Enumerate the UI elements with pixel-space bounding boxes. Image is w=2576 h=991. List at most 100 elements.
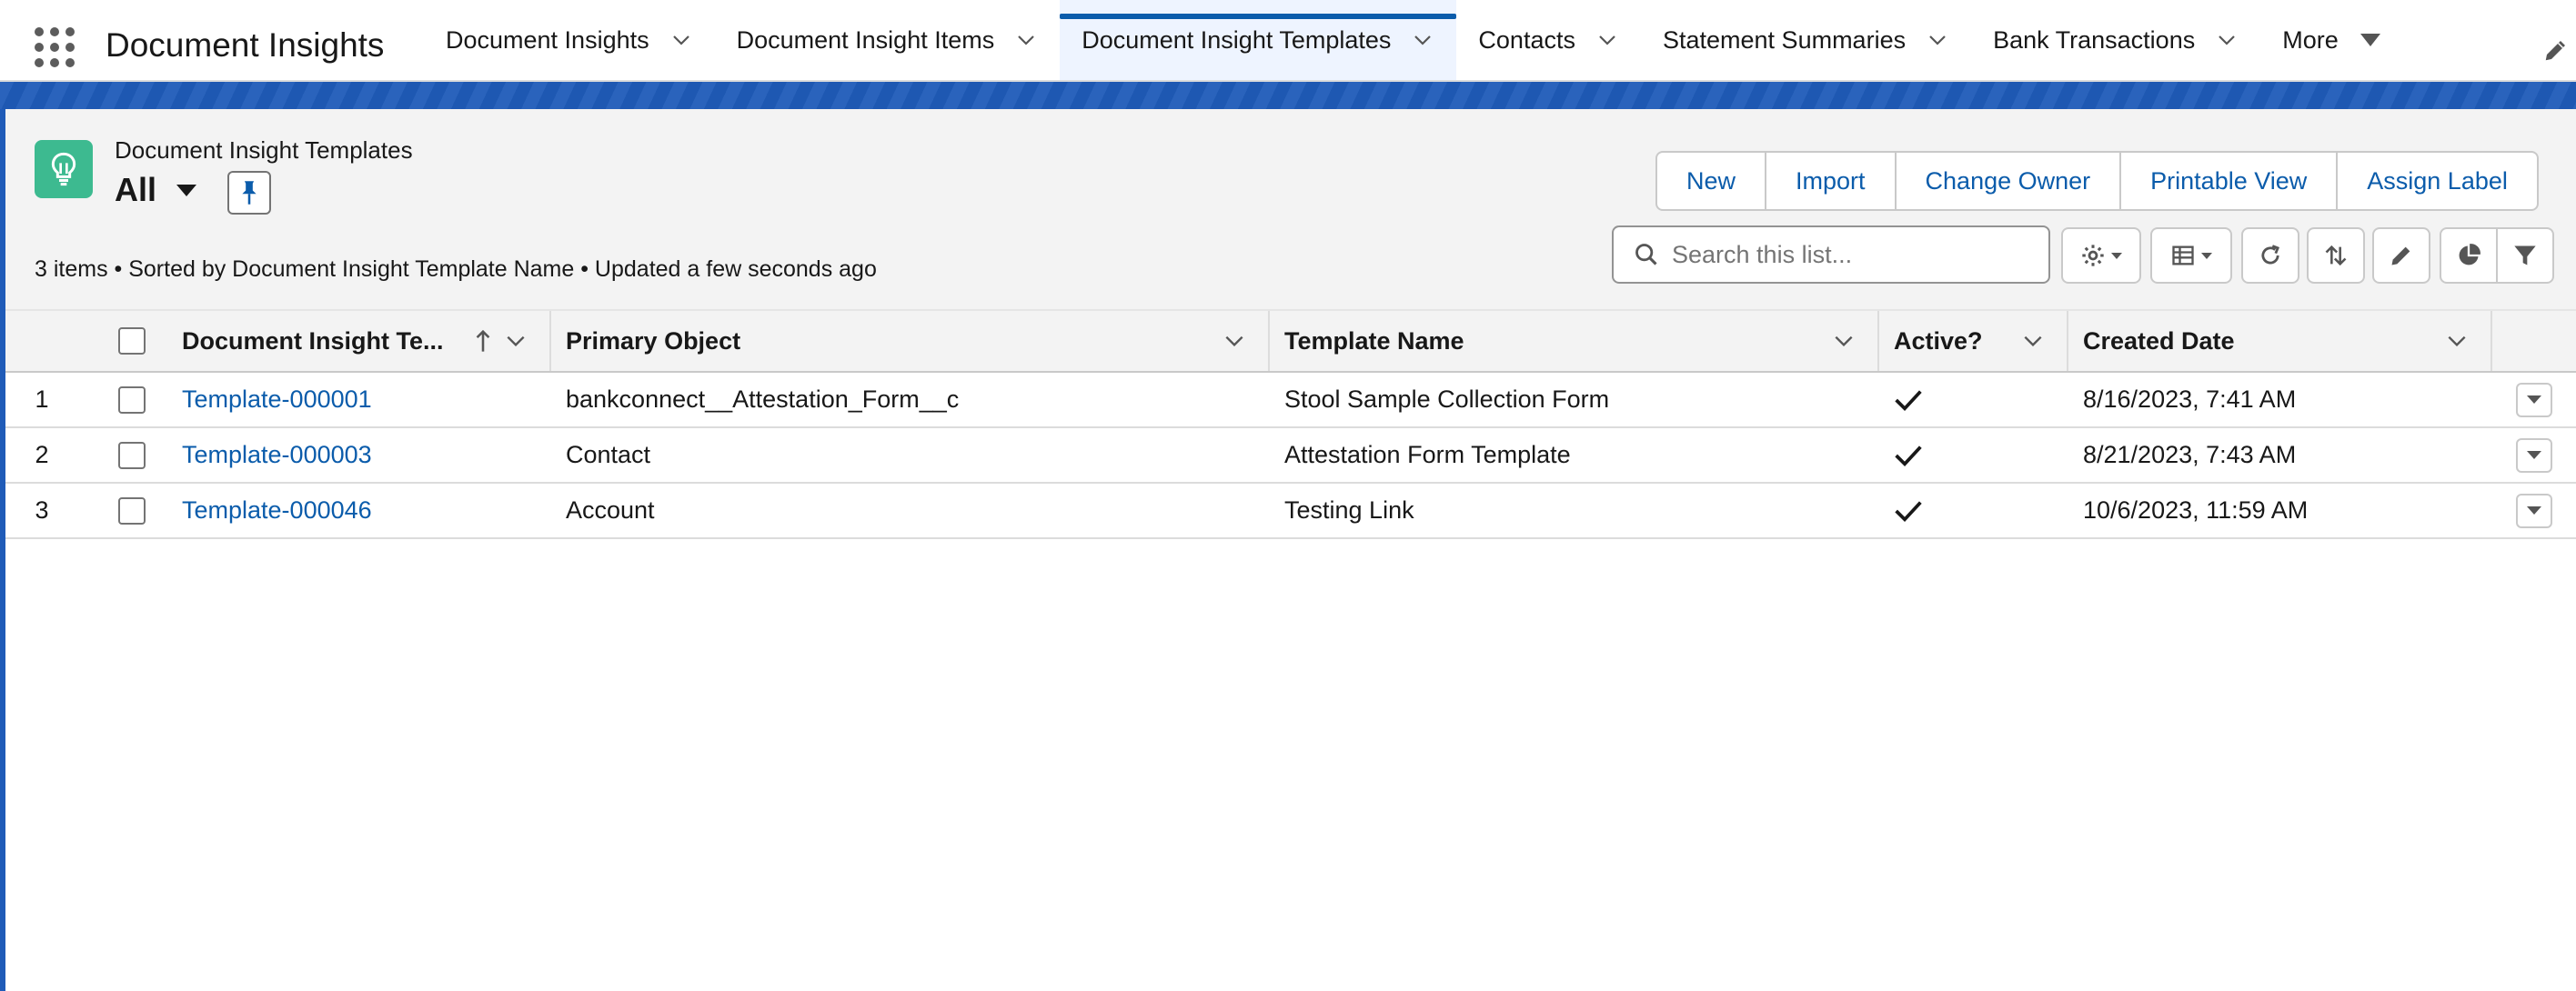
lightbulb-icon xyxy=(35,140,93,198)
nav-tab-label: Document Insight Items xyxy=(736,25,995,54)
chevron-down-icon[interactable] xyxy=(2021,329,2045,353)
chevron-down-icon[interactable] xyxy=(1926,28,1949,52)
edit-nav-pencil-icon[interactable] xyxy=(2542,36,2570,64)
record-name-link[interactable]: Template-000003 xyxy=(169,428,551,482)
row-actions-header xyxy=(2492,311,2576,371)
assign-label-button[interactable]: Assign Label xyxy=(2336,151,2539,211)
inline-edit-button[interactable] xyxy=(2372,227,2430,284)
object-title: Document Insight Templates xyxy=(115,136,413,164)
search-input[interactable] xyxy=(1672,240,2036,269)
column-header-active[interactable]: Active? xyxy=(1879,311,2068,371)
check-icon xyxy=(1895,500,1922,522)
nav-more-label: More xyxy=(2282,25,2339,54)
sort-button[interactable] xyxy=(2307,227,2365,284)
caret-down-icon xyxy=(2360,34,2380,46)
created-date-cell: 10/6/2023, 11:59 AM xyxy=(2083,496,2309,524)
global-navigation: Document Insights Document Insights Docu… xyxy=(0,0,2576,82)
caret-down-icon xyxy=(176,184,197,196)
caret-down-icon xyxy=(2527,451,2541,459)
sort-icon xyxy=(2325,245,2347,266)
row-number: 2 xyxy=(35,441,49,468)
printable-view-button[interactable]: Printable View xyxy=(2119,151,2339,211)
column-header-label: Primary Object xyxy=(566,326,741,355)
select-all-checkbox[interactable] xyxy=(118,327,146,355)
nav-tab-document-insights[interactable]: Document Insights xyxy=(424,0,715,80)
chevron-down-icon[interactable] xyxy=(2215,28,2239,52)
row-number: 1 xyxy=(35,385,49,413)
new-button[interactable]: New xyxy=(1655,151,1767,211)
filter-icon xyxy=(2514,245,2536,265)
chevron-down-icon[interactable] xyxy=(1223,329,1246,353)
table-row: 3 Template-000046 Account Testing Link 1… xyxy=(5,484,2576,539)
brand-band xyxy=(0,82,2576,109)
column-header-primary-object[interactable]: Primary Object xyxy=(551,311,1270,371)
chevron-down-icon[interactable] xyxy=(669,28,693,52)
table-row: 1 Template-000001 bankconnect__Attestati… xyxy=(5,373,2576,428)
column-header-created-date[interactable]: Created Date xyxy=(2068,311,2492,371)
caret-down-icon xyxy=(2527,395,2541,404)
row-checkbox[interactable] xyxy=(118,441,146,469)
record-name-link[interactable]: Template-000046 xyxy=(169,484,551,537)
template-name-cell: Attestation Form Template xyxy=(1284,441,1571,468)
records-table: Document Insight Te... Primary Object Te… xyxy=(5,311,2576,539)
chevron-down-icon[interactable] xyxy=(1595,28,1619,52)
chevron-down-icon[interactable] xyxy=(1411,28,1434,52)
record-name-link[interactable]: Template-000001 xyxy=(169,373,551,426)
app-launcher-icon[interactable] xyxy=(35,27,75,67)
display-as-button[interactable] xyxy=(2150,227,2232,284)
row-actions-cell xyxy=(2492,428,2576,482)
primary-object-cell: Account xyxy=(566,496,655,524)
row-select-cell xyxy=(78,484,169,537)
chevron-down-icon[interactable] xyxy=(504,329,528,353)
nav-tabs: Document Insights Document Insight Items… xyxy=(424,0,2402,80)
row-checkbox[interactable] xyxy=(118,385,146,414)
column-header-template-name[interactable]: Template Name xyxy=(1270,311,1879,371)
pin-icon xyxy=(242,181,257,205)
row-actions-button[interactable] xyxy=(2516,437,2552,473)
column-header-label: Active? xyxy=(1894,326,1983,355)
row-number-header xyxy=(5,311,78,371)
nav-tab-label: Document Insights xyxy=(446,25,649,54)
filter-button[interactable] xyxy=(2496,227,2554,284)
created-date-cell: 8/21/2023, 7:43 AM xyxy=(2083,441,2297,468)
primary-object-cell: bankconnect__Attestation_Form__c xyxy=(566,385,960,413)
list-view-card: Document Insight Templates All 3 items •… xyxy=(5,109,2576,991)
row-number: 3 xyxy=(35,496,49,524)
check-icon xyxy=(1895,389,1922,411)
row-actions-cell xyxy=(2492,373,2576,426)
import-button[interactable]: Import xyxy=(1765,151,1897,211)
row-actions-button[interactable] xyxy=(2516,382,2552,417)
column-header-label: Template Name xyxy=(1284,326,1464,355)
template-name-cell: Stool Sample Collection Form xyxy=(1284,385,1610,413)
charts-button[interactable] xyxy=(2440,227,2498,284)
chevron-down-icon[interactable] xyxy=(2445,329,2469,353)
nav-tab-statement-summaries[interactable]: Statement Summaries xyxy=(1641,0,1971,80)
nav-tab-contacts[interactable]: Contacts xyxy=(1456,0,1641,80)
select-all-cell xyxy=(78,311,169,371)
caret-down-icon xyxy=(2111,252,2122,259)
row-actions-cell xyxy=(2492,484,2576,537)
caret-down-icon xyxy=(2201,252,2212,259)
refresh-button[interactable] xyxy=(2241,227,2299,284)
created-date-cell: 8/16/2023, 7:41 AM xyxy=(2083,385,2297,413)
gear-icon xyxy=(2082,245,2104,266)
list-view-header: Document Insight Templates All 3 items •… xyxy=(5,109,2576,311)
row-actions-button[interactable] xyxy=(2516,493,2552,528)
nav-tab-document-insight-templates[interactable]: Document Insight Templates xyxy=(1060,0,1457,80)
nav-tab-document-insight-items[interactable]: Document Insight Items xyxy=(715,0,1061,80)
column-header-name[interactable]: Document Insight Te... xyxy=(169,311,551,371)
row-checkbox[interactable] xyxy=(118,496,146,525)
column-header-label: Created Date xyxy=(2083,326,2235,355)
nav-more-menu[interactable]: More xyxy=(2260,0,2402,80)
list-settings-button[interactable] xyxy=(2061,227,2141,284)
change-owner-button[interactable]: Change Owner xyxy=(1894,151,2122,211)
pencil-icon xyxy=(2391,246,2410,265)
pin-list-view-button[interactable] xyxy=(227,171,271,215)
list-view-selector[interactable]: All xyxy=(115,171,197,209)
list-actions: New Import Change Owner Printable View A… xyxy=(1655,151,2539,211)
primary-object-cell: Contact xyxy=(566,441,651,468)
refresh-icon xyxy=(2261,245,2279,265)
chevron-down-icon[interactable] xyxy=(1014,28,1038,52)
chevron-down-icon[interactable] xyxy=(1832,329,1856,353)
nav-tab-bank-transactions[interactable]: Bank Transactions xyxy=(1971,0,2260,80)
